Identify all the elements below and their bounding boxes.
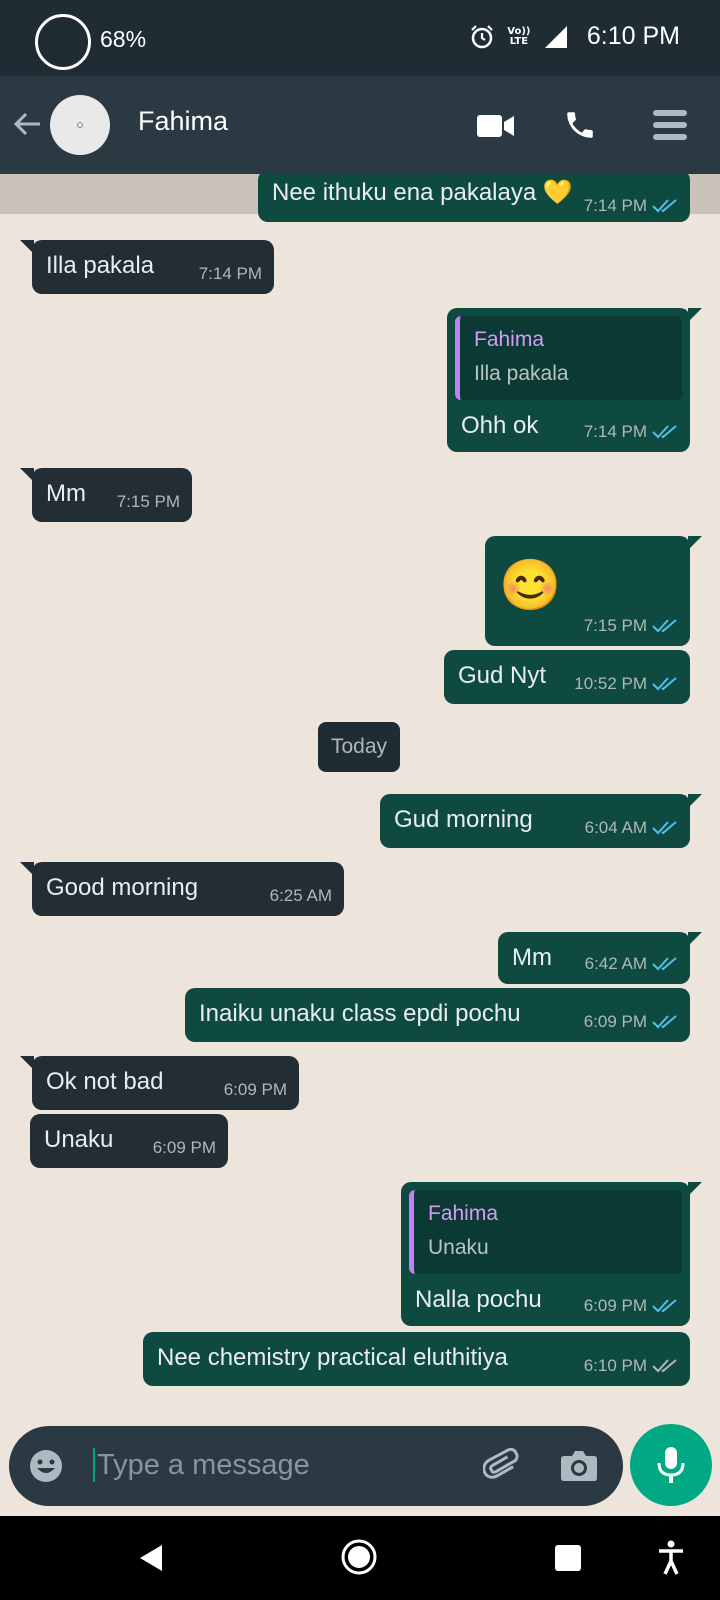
nav-home-icon[interactable]: [340, 1538, 378, 1576]
accessibility-icon[interactable]: [656, 1540, 686, 1576]
double-check-icon: [652, 199, 677, 213]
back-arrow-icon[interactable]: [12, 108, 44, 140]
message-outgoing[interactable]: Gud morning 6:04 AM: [380, 794, 702, 848]
double-check-icon: [652, 1015, 677, 1029]
avatar[interactable]: [50, 95, 110, 155]
system-nav-bar: [0, 1516, 720, 1600]
phone-icon[interactable]: [563, 108, 597, 142]
message-outgoing[interactable]: Gud Nyt 10:52 PM: [444, 650, 690, 704]
battery-ring-icon: [35, 14, 91, 70]
quoted-message[interactable]: Fahima Unaku: [409, 1190, 682, 1274]
status-bar: 68% Vo)) LTE 6:10 PM: [0, 0, 720, 76]
message-outgoing[interactable]: Nee ithuku ena pakalaya 💛 7:14 PM: [258, 174, 690, 222]
nav-back-icon[interactable]: [136, 1543, 166, 1573]
mic-button[interactable]: [630, 1424, 712, 1506]
message-incoming[interactable]: Ok not bad 6:09 PM: [20, 1056, 299, 1110]
status-time: 6:10 PM: [586, 22, 680, 50]
double-check-icon: [652, 619, 677, 633]
avatar-emblem-icon: [77, 122, 83, 128]
message-incoming[interactable]: Illa pakala 7:14 PM: [20, 240, 274, 294]
double-check-icon: [652, 425, 677, 439]
message-outgoing-reply[interactable]: Fahima Unaku Nalla pochu 6:09 PM: [401, 1182, 702, 1326]
mic-icon: [657, 1447, 685, 1483]
video-call-icon[interactable]: [477, 113, 515, 139]
double-check-icon: [652, 1299, 677, 1313]
message-placeholder: Type a message: [93, 1448, 310, 1482]
chat-area[interactable]: Nee ithuku ena pakalaya 💛 7:14 PM Illa p…: [0, 174, 720, 1426]
emoji-icon[interactable]: [28, 1448, 64, 1484]
double-check-icon: [652, 677, 677, 691]
message-outgoing[interactable]: Nee chemistry practical eluthitiya 6:10 …: [143, 1332, 690, 1386]
alarm-icon: [471, 24, 493, 48]
message-incoming[interactable]: Mm 7:15 PM: [20, 468, 192, 522]
volte-label: Vo)) LTE: [507, 25, 531, 47]
message-input[interactable]: Type a message: [9, 1426, 623, 1506]
message-incoming[interactable]: Good morning 6:25 AM: [20, 862, 344, 916]
camera-icon[interactable]: [560, 1448, 598, 1482]
chat-header: Fahima: [0, 76, 720, 174]
menu-icon[interactable]: [653, 108, 687, 142]
message-outgoing-reply[interactable]: Fahima Illa pakala Ohh ok 7:14 PM: [447, 308, 702, 452]
quoted-message[interactable]: Fahima Illa pakala: [455, 316, 682, 400]
date-divider: Today: [318, 722, 400, 772]
double-check-icon: [652, 1359, 677, 1373]
message-outgoing[interactable]: Mm 6:42 AM: [498, 932, 702, 984]
composer-bar: Type a message: [0, 1424, 720, 1516]
message-outgoing-emoji[interactable]: 😊 7:15 PM: [485, 536, 702, 646]
double-check-icon: [652, 957, 677, 971]
status-icons: Vo)) LTE 6:10 PM: [469, 22, 680, 51]
message-incoming[interactable]: Unaku 6:09 PM: [30, 1114, 228, 1168]
nav-recents-icon[interactable]: [554, 1544, 582, 1572]
contact-name[interactable]: Fahima: [138, 106, 228, 137]
signal-icon: [544, 25, 567, 48]
message-outgoing[interactable]: Inaiku unaku class epdi pochu 6:09 PM: [185, 988, 690, 1042]
attach-icon[interactable]: [483, 1446, 523, 1486]
battery-percent: 68%: [100, 26, 147, 52]
double-check-icon: [652, 821, 677, 835]
